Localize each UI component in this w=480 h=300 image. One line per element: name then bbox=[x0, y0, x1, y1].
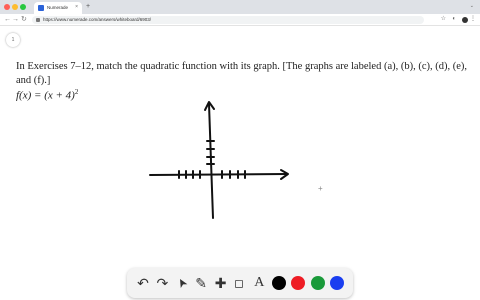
address-bar[interactable]: https://www.numerade.com/answers/whitebo… bbox=[32, 16, 424, 24]
problem-text: In Exercises 7–12, match the quadratic f… bbox=[16, 61, 468, 86]
back-button[interactable]: ← bbox=[4, 16, 11, 23]
window-close-dot[interactable] bbox=[4, 4, 10, 10]
whiteboard-toolbar: ↶ ↷ ➤ ✎ ✚ ◇ A bbox=[127, 268, 353, 298]
browser-tab-bar: Numerade × + ⌄ bbox=[0, 0, 480, 14]
tab-search-icon[interactable]: ⌄ bbox=[470, 3, 474, 9]
lock-icon bbox=[36, 18, 40, 22]
hand-drawn-axes bbox=[149, 101, 289, 219]
numerade-favicon-icon bbox=[38, 5, 44, 11]
color-swatch bbox=[291, 276, 306, 290]
reload-button[interactable]: ↻ bbox=[21, 16, 27, 23]
browser-tab[interactable]: Numerade × bbox=[34, 2, 82, 14]
equation: f(x) = (x + 4)2 bbox=[16, 88, 78, 102]
color-green-button[interactable] bbox=[309, 274, 327, 292]
equation-exponent: 2 bbox=[74, 88, 79, 96]
select-pointer-icon[interactable]: ➤ bbox=[169, 271, 194, 296]
browser-toolbar: ← → ↻ https://www.numerade.com/answers/w… bbox=[0, 14, 480, 26]
forward-button[interactable]: → bbox=[12, 16, 19, 23]
eraser-icon[interactable]: ◇ bbox=[227, 270, 252, 295]
profile-avatar[interactable] bbox=[462, 17, 468, 23]
color-blue-button[interactable] bbox=[328, 274, 346, 292]
cursor-crosshair-icon: + bbox=[318, 184, 323, 193]
url-text: https://www.numerade.com/answers/whitebo… bbox=[43, 16, 152, 22]
color-swatch bbox=[329, 276, 344, 290]
tab-close-icon[interactable]: × bbox=[75, 5, 78, 10]
color-black-button[interactable] bbox=[270, 274, 288, 292]
window-minimize-dot[interactable] bbox=[12, 4, 18, 10]
redo-icon[interactable]: ↷ bbox=[153, 274, 171, 292]
new-tab-button[interactable]: + bbox=[86, 3, 90, 10]
x-axis-line bbox=[149, 173, 288, 176]
pen-icon[interactable]: ✎ bbox=[192, 274, 210, 292]
color-red-button[interactable] bbox=[289, 274, 307, 292]
text-tool-icon[interactable]: A bbox=[250, 274, 268, 292]
extension-icon[interactable]: ◐ bbox=[452, 16, 456, 22]
x-axis-arrowhead bbox=[280, 169, 289, 180]
y-axis-arrowhead bbox=[204, 101, 215, 111]
browser-menu-icon[interactable]: ⋮ bbox=[470, 16, 476, 22]
color-swatch bbox=[310, 276, 325, 290]
color-swatch bbox=[271, 276, 286, 290]
undo-icon[interactable]: ↶ bbox=[134, 274, 152, 292]
y-axis-line bbox=[208, 103, 214, 219]
bookmark-star-icon[interactable]: ☆ bbox=[441, 16, 446, 22]
page-number-badge[interactable]: 1 bbox=[6, 33, 20, 47]
window-zoom-dot[interactable] bbox=[20, 4, 26, 10]
tab-title: Numerade bbox=[47, 4, 69, 10]
equation-lhs: f(x) = (x + 4) bbox=[16, 89, 75, 102]
